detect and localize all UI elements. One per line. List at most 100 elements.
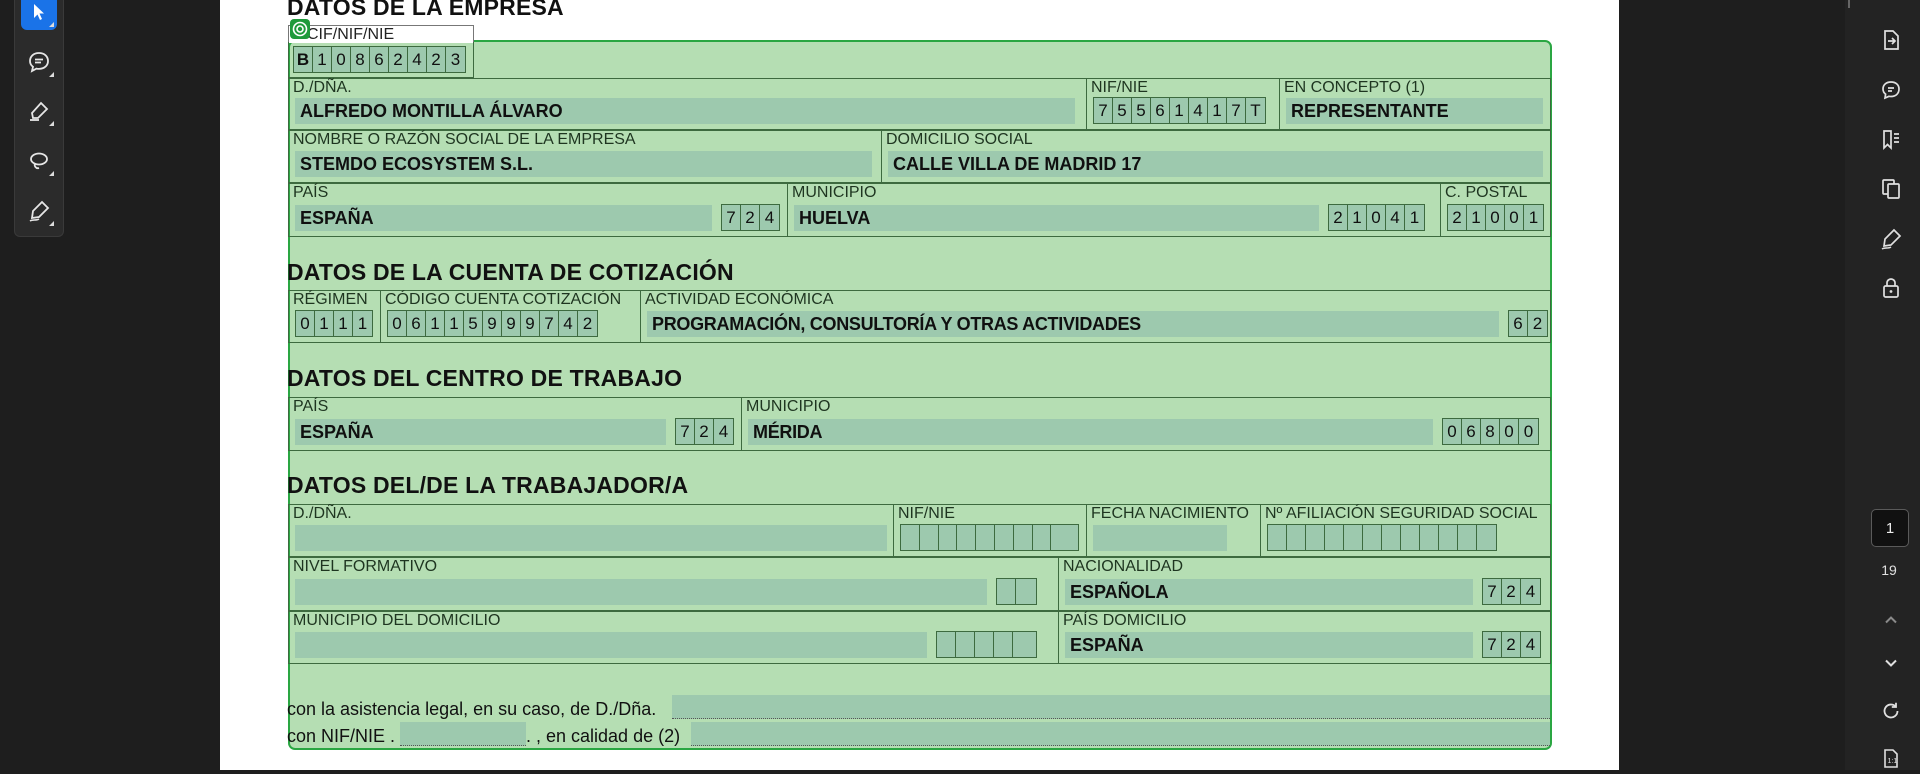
nif-char: T bbox=[1250, 101, 1261, 120]
cuenta-row: RÉGIMEN 0 1 1 1 CÓDIGO CUENTA COTIZACIÓN… bbox=[288, 290, 1551, 343]
calidad-field[interactable] bbox=[691, 722, 1550, 746]
nivel-label: NIVEL FORMATIVO bbox=[293, 558, 438, 575]
fill-sign-button[interactable] bbox=[1875, 223, 1907, 255]
comment-tool-button[interactable] bbox=[21, 44, 57, 80]
actividad-code-boxes[interactable]: 6 2 bbox=[1508, 310, 1548, 337]
nivel-code-boxes[interactable] bbox=[996, 578, 1037, 605]
centro-municipio-label: MUNICIPIO bbox=[746, 398, 831, 415]
ccc-char: 1 bbox=[445, 311, 464, 336]
nif-char: 1 bbox=[1208, 98, 1227, 123]
protect-button[interactable] bbox=[1875, 272, 1907, 304]
centro-pais-field[interactable]: ESPAÑA bbox=[295, 419, 666, 445]
ccc-boxes[interactable]: 0 6 1 1 5 9 9 9 7 4 2 bbox=[387, 310, 598, 337]
regimen-boxes[interactable]: 0 1 1 1 bbox=[295, 310, 373, 337]
field-target-icon[interactable] bbox=[290, 19, 310, 39]
code-char: 7 bbox=[676, 419, 695, 444]
code-char: 4 bbox=[764, 208, 775, 227]
fecha-label: FECHA NACIMIENTO bbox=[1091, 505, 1249, 522]
footer-nif-field[interactable] bbox=[400, 722, 526, 746]
comment-icon bbox=[1882, 81, 1900, 100]
pais-code-boxes[interactable]: 7 2 4 bbox=[721, 204, 780, 231]
page-total: 19 bbox=[1881, 562, 1897, 578]
code-char: 2 bbox=[1502, 632, 1521, 657]
cif-char: 0 bbox=[332, 47, 351, 72]
ccc-char: 7 bbox=[540, 311, 559, 336]
pdf-page: DATOS DE LA EMPRESA CIF/NIF/NIE B 1 0 8 … bbox=[220, 0, 1619, 770]
code-char: 0 bbox=[1367, 205, 1386, 230]
cif-char: 3 bbox=[450, 50, 461, 69]
cp-char: 1 bbox=[1467, 205, 1486, 230]
domicilio-field[interactable]: CALLE VILLA DE MADRID 17 bbox=[888, 151, 1543, 177]
cif-char: 2 bbox=[389, 47, 408, 72]
cp-boxes[interactable]: 2 1 0 0 1 bbox=[1447, 204, 1544, 231]
code-char: 1 bbox=[1348, 205, 1367, 230]
nif-char: 6 bbox=[1151, 98, 1170, 123]
domicilio-label: DOMICILIO SOCIAL bbox=[886, 131, 1033, 148]
regimen-label: RÉGIMEN bbox=[293, 291, 368, 308]
refresh-button[interactable] bbox=[1875, 695, 1907, 727]
previous-page-button[interactable] bbox=[1875, 604, 1907, 636]
sign-tool-button[interactable] bbox=[21, 193, 57, 229]
pages-icon bbox=[1882, 179, 1900, 199]
cif-boxes[interactable]: B 1 0 8 6 2 4 2 3 bbox=[293, 46, 466, 73]
concepto-label: EN CONCEPTO (1) bbox=[1284, 79, 1426, 96]
ccc-char: 9 bbox=[502, 311, 521, 336]
bookmarks-button[interactable] bbox=[1875, 124, 1907, 156]
centro-municipio-field[interactable]: MÉRIDA bbox=[748, 419, 1433, 445]
ccc-char: 0 bbox=[388, 311, 407, 336]
centro-pais-label: PAÍS bbox=[293, 398, 329, 415]
nif-char: 1 bbox=[1170, 98, 1189, 123]
export-pdf-button[interactable] bbox=[1875, 24, 1907, 56]
draw-tool-button[interactable] bbox=[21, 143, 57, 179]
trab-nif-boxes[interactable] bbox=[900, 524, 1079, 551]
page-number-input[interactable]: 1 bbox=[1871, 509, 1909, 547]
nif-char: 7 bbox=[1227, 98, 1246, 123]
next-page-button[interactable] bbox=[1875, 647, 1907, 679]
centro-pais-code-boxes[interactable]: 7 2 4 bbox=[675, 418, 734, 445]
trabajador-row-3: MUNICIPIO DEL DOMICILIO PAÍS DOMICILIO E… bbox=[288, 611, 1551, 664]
actual-size-button[interactable]: 1:1 bbox=[1875, 742, 1907, 774]
municipio-field[interactable]: HUELVA bbox=[794, 205, 1319, 231]
nif-boxes[interactable]: 7 5 5 6 1 4 1 7 T bbox=[1093, 97, 1266, 124]
paisdom-field[interactable]: ESPAÑA bbox=[1065, 632, 1473, 658]
cif-char: 6 bbox=[370, 47, 389, 72]
regimen-char: 1 bbox=[315, 311, 334, 336]
nif-char: 4 bbox=[1189, 98, 1208, 123]
municipio-code-boxes[interactable]: 2 1 0 4 1 bbox=[1328, 204, 1425, 231]
munidom-code-boxes[interactable] bbox=[936, 631, 1037, 658]
nivel-field[interactable] bbox=[295, 579, 987, 605]
pais-field[interactable]: ESPAÑA bbox=[295, 205, 712, 231]
paisdom-label: PAÍS DOMICILIO bbox=[1063, 612, 1187, 629]
panel-divider bbox=[1848, 0, 1850, 8]
concepto-field[interactable]: REPRESENTANTE bbox=[1286, 98, 1543, 124]
code-char: 7 bbox=[1483, 632, 1502, 657]
code-char: 6 bbox=[1462, 419, 1481, 444]
section-title-centro: DATOS DEL CENTRO DE TRABAJO bbox=[287, 365, 683, 391]
ccc-label: CÓDIGO CUENTA COTIZACIÓN bbox=[385, 291, 622, 308]
asistencia-legal-field[interactable] bbox=[672, 695, 1550, 719]
actual-size-icon: 1:1 bbox=[1884, 749, 1898, 768]
actividad-field[interactable]: PROGRAMACIÓN, CONSULTORÍA Y OTRAS ACTIVI… bbox=[647, 311, 1499, 337]
ccc-char: 4 bbox=[559, 311, 578, 336]
ccc-char: 6 bbox=[407, 311, 426, 336]
dona-field[interactable]: ALFREDO MONTILLA ÁLVARO bbox=[295, 98, 1075, 124]
munidom-field[interactable] bbox=[295, 632, 927, 658]
organize-pages-button[interactable] bbox=[1875, 173, 1907, 205]
code-char: 2 bbox=[1502, 579, 1521, 604]
centro-municipio-code-boxes[interactable]: 0 6 8 0 0 bbox=[1442, 418, 1539, 445]
trab-nif-label: NIF/NIE bbox=[898, 505, 955, 522]
highlight-tool-button[interactable] bbox=[21, 93, 57, 129]
code-char: 2 bbox=[695, 419, 714, 444]
comment-panel-button[interactable] bbox=[1875, 74, 1907, 106]
naf-boxes[interactable] bbox=[1267, 524, 1497, 551]
nacionalidad-code-boxes[interactable]: 7 2 4 bbox=[1482, 578, 1541, 605]
fecha-field[interactable] bbox=[1093, 525, 1227, 551]
select-tool-button[interactable] bbox=[21, 0, 57, 30]
trab-dona-field[interactable] bbox=[295, 525, 887, 551]
nacionalidad-field[interactable]: ESPAÑOLA bbox=[1065, 579, 1473, 605]
naf-label: Nº AFILIACIÓN SEGURIDAD SOCIAL bbox=[1265, 505, 1538, 522]
code-char: 4 bbox=[1525, 582, 1536, 601]
razon-field[interactable]: STEMDO ECOSYSTEM S.L. bbox=[295, 151, 872, 177]
nif-nie-text: con NIF/NIE . bbox=[287, 726, 396, 746]
paisdom-code-boxes[interactable]: 7 2 4 bbox=[1482, 631, 1541, 658]
